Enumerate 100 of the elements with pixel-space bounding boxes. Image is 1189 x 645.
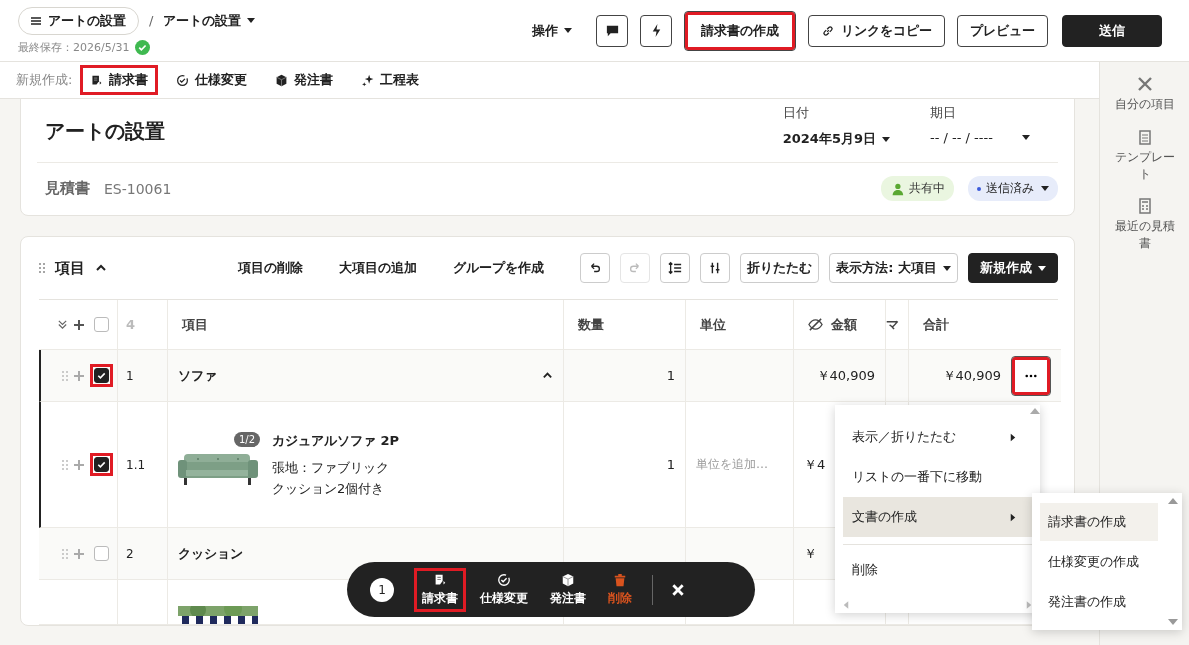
scroll-left-icon[interactable] (843, 601, 849, 609)
column-header: 金額 (831, 315, 857, 334)
new-document-button[interactable]: 仕様変更 (166, 65, 258, 95)
status-dropdown[interactable]: 送信済み (968, 176, 1058, 201)
new-item-button[interactable]: 新規作成 (968, 253, 1058, 283)
checkmark-icon (96, 370, 107, 381)
redo-button[interactable] (620, 253, 651, 283)
header-button[interactable]: 請求書の作成 (684, 10, 796, 51)
drag-handle-icon[interactable] (39, 263, 45, 273)
menu-item[interactable]: 文書の作成 (843, 497, 1032, 537)
bulk-action-button[interactable]: 発注書 (542, 567, 594, 612)
view-dropdown[interactable]: 表示方法: 大項目 (829, 253, 958, 283)
group-name: クッション (178, 544, 244, 563)
new-document-button[interactable]: 請求書 (80, 65, 159, 95)
sidebar-item[interactable]: 自分の項目 (1112, 76, 1177, 113)
collapse-button[interactable]: 折りたたむ (740, 253, 820, 283)
close-button[interactable] (671, 582, 685, 597)
item-count: 4 (126, 317, 136, 332)
box-icon (561, 572, 575, 587)
document-type: 見積書 (45, 179, 90, 198)
amount-value: ￥40,909 (816, 366, 875, 385)
caret-down-icon (1038, 265, 1046, 271)
checkmark-icon (96, 459, 107, 470)
close-icon (671, 582, 685, 597)
clipboard-icon (1136, 128, 1153, 145)
image-count-badge: 1/2 (233, 431, 260, 447)
menu-item[interactable]: 請求書の作成 (1040, 503, 1158, 541)
menu-icon (31, 16, 41, 25)
column-header: 数量 (578, 315, 604, 334)
last-saved-text: 最終保存：2026/5/31 (18, 39, 130, 55)
copy-link-button[interactable]: リンクをコピー (808, 14, 945, 47)
bulk-action-button[interactable]: 仕様変更 (472, 567, 536, 612)
menu-item[interactable]: リストの一番下に移動 (843, 457, 1032, 497)
section-title: 項目 (55, 258, 85, 278)
new-document-button[interactable]: 発注書 (265, 65, 344, 95)
new-document-button[interactable]: 工程表 (351, 65, 430, 95)
link-icon (821, 23, 835, 38)
more-button[interactable] (1011, 355, 1051, 396)
collapse-icon[interactable] (542, 370, 553, 381)
row-number: 1 (126, 368, 134, 383)
checkbox[interactable] (90, 453, 113, 476)
caret-down-icon (1041, 186, 1049, 191)
column-header: マ (886, 315, 899, 334)
project-dropdown[interactable]: アートの設置 (163, 11, 256, 30)
header-button[interactable]: プレビュー (957, 14, 1048, 47)
check-circle-icon (176, 73, 190, 87)
actions-dropdown[interactable]: 操作 (532, 21, 572, 40)
tools-icon (1136, 76, 1153, 92)
undo-icon (588, 261, 603, 275)
toolbar-action[interactable]: 大項目の追加 (339, 259, 418, 277)
sparkle-icon (361, 73, 375, 87)
line-spacing-icon (668, 261, 683, 275)
bolt-button[interactable] (640, 14, 672, 47)
scroll-down-icon[interactable] (1168, 618, 1178, 626)
document-number: ES-10061 (104, 180, 172, 197)
bulk-action-button[interactable]: 請求書 (414, 567, 466, 612)
expand-all-icon[interactable] (57, 319, 68, 330)
comment-button[interactable] (596, 14, 628, 47)
sidebar-item[interactable]: 最近の見積書 (1112, 198, 1177, 252)
toolbar-action[interactable]: 項目の削除 (238, 259, 304, 277)
due-date-label: 期日 (930, 104, 957, 122)
checkbox[interactable] (90, 364, 113, 387)
item-name: カジュアルソファ 2P (272, 431, 400, 450)
bulk-action-button[interactable]: 削除 (600, 567, 640, 612)
group-name: ソファ (178, 366, 218, 385)
caret-down-icon (943, 265, 951, 271)
scroll-up-icon[interactable] (1030, 407, 1040, 415)
check-circle-icon (497, 572, 511, 587)
sidebar-item[interactable]: テンプレート (1112, 128, 1177, 183)
line-spacing-button[interactable] (660, 253, 691, 283)
menu-item[interactable]: 発注書の作成 (1040, 583, 1158, 621)
new-label: 新規作成: (16, 71, 73, 89)
due-date-field[interactable]: -- / -- / ---- (930, 130, 1030, 145)
amount-value: ￥4 (804, 455, 826, 474)
sort-button[interactable] (700, 253, 731, 283)
scroll-up-icon[interactable] (1168, 497, 1178, 505)
speech-bubble-icon (604, 23, 620, 38)
column-header: 項目 (182, 315, 208, 334)
check-circle-icon (135, 39, 151, 55)
drag-handle-icon[interactable] (62, 548, 68, 559)
menu-item[interactable]: 削除 (843, 550, 1032, 590)
breadcrumb-separator: / (149, 13, 154, 28)
date-dropdown[interactable]: 2024年5月9日 (782, 130, 890, 148)
toolbar-action[interactable]: グループを作成 (453, 259, 545, 277)
caret-down-icon (1022, 135, 1030, 140)
item-description: クッション2個付き (272, 479, 386, 498)
hidden-icon[interactable] (808, 317, 823, 332)
trash-icon (613, 572, 627, 587)
drag-handle-icon[interactable] (62, 370, 68, 381)
send-button[interactable]: 送信 (1062, 14, 1162, 47)
add-icon[interactable] (74, 319, 84, 330)
shared-badge: 共有中 (881, 176, 954, 201)
menu-item[interactable]: 仕様変更の作成 (1040, 543, 1158, 581)
column-header: 合計 (923, 315, 949, 334)
drag-handle-icon[interactable] (62, 459, 68, 470)
undo-button[interactable] (580, 253, 611, 283)
document-icon (90, 73, 104, 87)
menu-item[interactable]: 表示／折りたたむ (843, 417, 1032, 457)
selected-count-badge: 1 (370, 577, 394, 602)
caret-down-icon (882, 136, 890, 142)
